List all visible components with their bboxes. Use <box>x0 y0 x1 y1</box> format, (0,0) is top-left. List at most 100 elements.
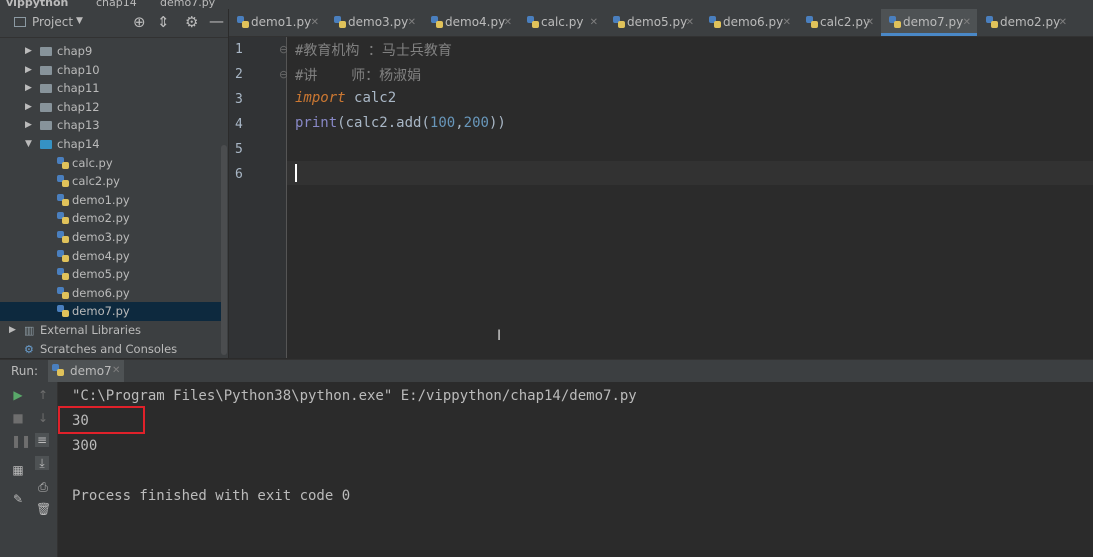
project-view-title[interactable]: Project <box>32 15 73 29</box>
chevron-right-icon[interactable]: ▶ <box>25 116 32 135</box>
run-config-tab[interactable]: demo7 ✕ <box>48 360 124 382</box>
close-icon[interactable]: ✕ <box>963 9 971 36</box>
code-token: , <box>455 115 464 131</box>
close-icon[interactable]: ✕ <box>408 9 416 36</box>
code-line-4[interactable]: print(calc2.add(100,200)) <box>295 115 506 131</box>
tree-item[interactable]: ▶ chap11 <box>0 79 222 98</box>
editor-tab[interactable]: demo4.py ✕ <box>423 9 518 36</box>
tree-item[interactable]: ▶ chap13 <box>0 116 222 135</box>
scroll-to-end-icon[interactable]: ⤓ <box>35 456 49 470</box>
layout-icon[interactable]: ▦ <box>11 463 25 477</box>
close-icon[interactable]: ✕ <box>590 9 598 36</box>
stop-icon[interactable]: ■ <box>11 411 25 425</box>
tree-item-label: calc.py <box>72 155 113 170</box>
tree-item-label: chap14 <box>57 137 100 151</box>
close-icon[interactable]: ✕ <box>112 365 120 376</box>
comment-text: #教育机构 ：马士兵教育 <box>295 43 452 59</box>
tab-label: demo5.py <box>627 15 688 29</box>
editor-tab[interactable]: demo6.py ✕ <box>701 9 797 36</box>
arrow-up-icon[interactable]: ↑ <box>36 388 50 402</box>
run-label: Run: <box>11 364 39 378</box>
code-line-1[interactable]: #教育机构 ：马士兵教育 <box>295 40 452 60</box>
editor-tab[interactable]: demo5.py ✕ <box>605 9 700 36</box>
minimize-icon[interactable]: — <box>209 12 224 30</box>
editor-tab-bar: demo1.py ✕ demo3.py ✕ demo4.py ✕ calc.py ✕ demo5… <box>229 9 1093 37</box>
editor-tab[interactable]: calc.py ✕ <box>519 9 604 36</box>
locate-target-icon[interactable]: ⊕ <box>133 13 146 31</box>
python-file-icon <box>57 305 69 318</box>
chevron-right-icon[interactable]: ▶ <box>25 42 32 61</box>
gear-icon[interactable]: ⚙ <box>185 13 198 31</box>
tab-label: demo7.py <box>903 15 964 29</box>
tree-item[interactable]: ▶ ▥ External Libraries <box>0 321 222 340</box>
pin-icon[interactable]: ✎ <box>11 492 25 506</box>
python-file-icon <box>806 16 818 29</box>
tree-item-label: chap11 <box>57 81 100 96</box>
python-file-icon <box>986 16 998 29</box>
editor-tab[interactable]: demo1.py ✕ <box>229 9 325 36</box>
breadcrumb-project[interactable]: vippython <box>6 0 68 9</box>
close-icon[interactable]: ✕ <box>1059 9 1067 36</box>
trash-icon[interactable]: 🗑 <box>36 502 51 516</box>
comment-text: #讲 师：杨淑娟 <box>295 68 422 84</box>
current-line-highlight <box>287 161 1093 185</box>
python-file-icon <box>334 16 346 29</box>
tree-item[interactable]: demo6.py <box>0 284 222 303</box>
tree-item-label: chap10 <box>57 62 100 77</box>
code-token: (calc2. <box>337 115 397 131</box>
close-icon[interactable]: ✕ <box>866 9 874 36</box>
tree-item[interactable]: calc.py <box>0 154 222 173</box>
close-icon[interactable]: ✕ <box>783 9 791 36</box>
chevron-right-icon[interactable]: ▶ <box>25 79 32 98</box>
collapse-all-icon[interactable]: ⇕ <box>157 13 170 31</box>
tree-item[interactable]: ▶ chap10 <box>0 61 222 80</box>
code-line-3[interactable]: import calc2 <box>295 90 396 106</box>
tree-item[interactable]: ▶ chap9 <box>0 42 222 61</box>
tree-scrollbar[interactable] <box>221 145 227 355</box>
tree-item[interactable]: demo1.py <box>0 191 222 210</box>
chevron-right-icon[interactable]: ▶ <box>9 321 16 340</box>
soft-wrap-icon[interactable]: ≡ <box>35 433 49 447</box>
highlight-box <box>58 406 145 434</box>
chevron-right-icon[interactable]: ▶ <box>25 98 32 117</box>
pause-icon[interactable]: ❚❚ <box>11 434 31 448</box>
tree-item[interactable]: ▼ chap14 <box>0 135 222 154</box>
tree-item[interactable]: demo7.py <box>0 302 222 322</box>
breadcrumb-folder[interactable]: chap14 <box>96 0 137 9</box>
rerun-icon[interactable]: ▶ <box>11 388 25 402</box>
tree-item-label: chap13 <box>57 118 100 133</box>
chevron-right-icon[interactable]: ▶ <box>25 61 32 80</box>
python-file-icon <box>57 156 69 170</box>
editor-tab[interactable]: demo2.py ✕ <box>978 9 1073 36</box>
code-line-2[interactable]: #讲 师：杨淑娟 <box>295 65 421 85</box>
tree-item[interactable]: ▶ chap12 <box>0 98 222 117</box>
python-file-icon <box>237 16 249 29</box>
tree-item-label: demo3.py <box>72 230 130 244</box>
code-editor[interactable]: #教育机构 ：马士兵教育 #讲 师：杨淑娟 import calc2 print… <box>287 37 1093 358</box>
tree-item[interactable]: demo3.py <box>0 228 222 247</box>
tree-item[interactable]: ⚙ Scratches and Consoles <box>0 340 222 359</box>
close-icon[interactable]: ✕ <box>504 9 512 36</box>
line-number: 3 <box>235 92 243 107</box>
text-cursor-icon: I <box>497 328 502 344</box>
print-icon[interactable]: ⎙ <box>36 480 50 494</box>
python-file-icon <box>431 16 443 29</box>
line-number: 5 <box>235 142 243 157</box>
arrow-down-icon[interactable]: ↓ <box>36 411 50 425</box>
editor-tab[interactable]: demo3.py ✕ <box>326 9 422 36</box>
chevron-down-icon[interactable]: ▼ <box>25 135 32 154</box>
chevron-down-icon[interactable]: ▼ <box>76 16 83 26</box>
close-icon[interactable]: ✕ <box>686 9 694 36</box>
tree-item[interactable]: demo4.py <box>0 247 222 266</box>
close-icon[interactable]: ✕ <box>311 9 319 36</box>
breadcrumb-file[interactable]: demo7.py <box>160 0 215 9</box>
tab-label: demo3.py <box>348 15 409 29</box>
folder-icon <box>40 84 52 94</box>
tree-item[interactable]: demo5.py <box>0 265 222 284</box>
python-file-icon <box>889 16 901 29</box>
editor-tab[interactable]: calc2.py ✕ <box>798 9 880 36</box>
tree-item[interactable]: demo2.py <box>0 209 222 228</box>
run-console[interactable]: "C:\Program Files\Python38\python.exe" E… <box>58 382 1093 557</box>
editor-tab[interactable]: demo7.py ✕ <box>881 9 977 36</box>
tree-item[interactable]: calc2.py <box>0 172 222 191</box>
